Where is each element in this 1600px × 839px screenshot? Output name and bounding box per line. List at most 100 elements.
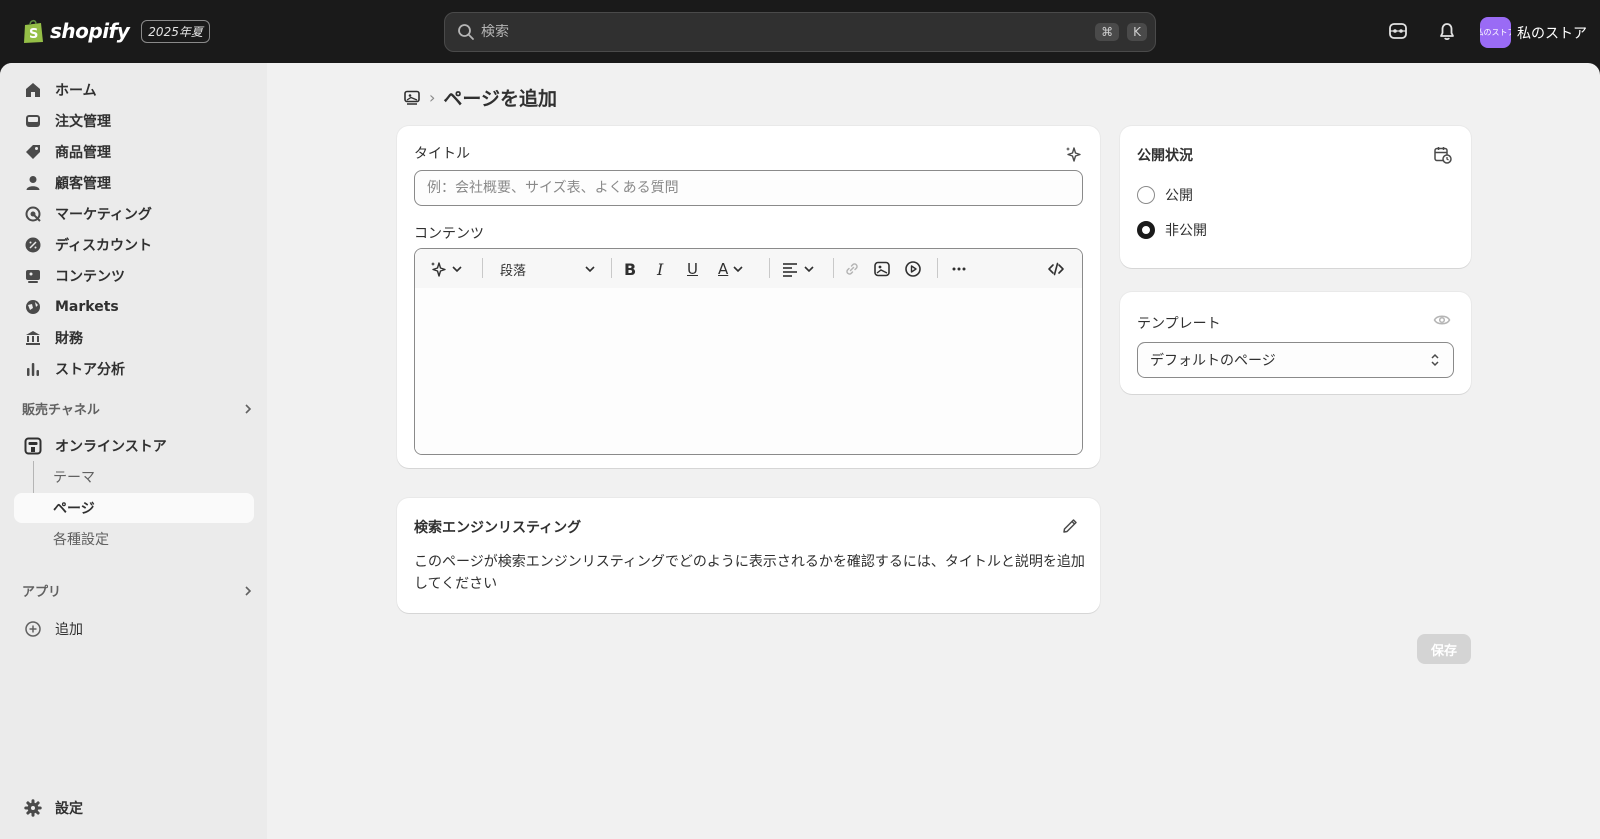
shopify-logo[interactable]: S shopify 2025年夏 — [22, 18, 210, 44]
sidebar-sub-label: 各種設定 — [53, 532, 109, 548]
sidebar-item-orders[interactable]: 注文管理 — [14, 106, 254, 136]
sidebar-item-preferences[interactable]: 各種設定 — [14, 524, 254, 554]
breadcrumb: › ページを追加 — [403, 84, 557, 111]
image-icon — [874, 261, 890, 277]
radio-hidden-label: 非公開 — [1165, 223, 1207, 239]
sidebar-item-online-store[interactable]: オンラインストア — [14, 431, 254, 461]
seo-description: このページが検索エンジンリスティングでどのように表示されるかを確認するには、タイ… — [414, 554, 1085, 592]
home-icon — [23, 80, 43, 100]
sidekick-icon[interactable] — [1387, 20, 1409, 42]
breadcrumb-separator: › — [429, 88, 436, 107]
insert-video-button[interactable] — [904, 258, 922, 280]
sidebar-item-marketing[interactable]: マーケティング — [14, 199, 254, 229]
bell-icon[interactable] — [1436, 20, 1458, 42]
edition-badge: 2025年夏 — [141, 19, 210, 43]
sidebar-item-themes[interactable]: テーマ — [14, 462, 254, 492]
link-icon — [846, 263, 858, 275]
underline-button[interactable]: U — [687, 258, 698, 280]
eye-icon[interactable] — [1433, 311, 1451, 329]
shortcut-cmd-key: ⌘ — [1095, 23, 1120, 41]
paragraph-style-select[interactable]: 段落 — [500, 258, 596, 280]
sidebar-item-home[interactable]: ホーム — [14, 75, 254, 105]
settings-label: 設定 — [55, 801, 83, 817]
add-app-button[interactable]: 追加 — [14, 614, 254, 644]
sidebar-item-label: マーケティング — [55, 207, 152, 223]
content-icon — [23, 266, 43, 286]
sidebar-item-settings[interactable]: 設定 — [14, 793, 254, 823]
sidebar-item-label: 商品管理 — [55, 145, 111, 161]
sidebar-item-customers[interactable]: 顧客管理 — [14, 168, 254, 198]
sidebar-item-analytics[interactable]: ストア分析 — [14, 354, 254, 384]
sidebar-item-products[interactable]: 商品管理 — [14, 137, 254, 167]
radio-visible[interactable] — [1137, 186, 1155, 204]
align-button[interactable] — [781, 258, 815, 280]
apps-label: アプリ — [22, 585, 62, 600]
chevron-right-icon — [245, 585, 252, 596]
person-icon — [23, 173, 43, 193]
sidebar-item-finance[interactable]: 財務 — [14, 323, 254, 353]
visibility-option-visible[interactable]: 公開 — [1137, 185, 1193, 205]
gear-icon — [23, 798, 43, 818]
visibility-option-hidden[interactable]: 非公開 — [1137, 220, 1207, 240]
template-select[interactable]: デフォルトのページ — [1137, 342, 1454, 378]
link-button[interactable] — [843, 258, 861, 280]
rich-text-editor: 段落 B I U A — [414, 248, 1083, 455]
shortcut-k-key: K — [1127, 23, 1147, 41]
content-icon[interactable] — [403, 89, 421, 107]
sidebar-sub-label: ページ — [53, 501, 95, 517]
calendar-clock-icon[interactable] — [1433, 145, 1453, 165]
title-input[interactable] — [414, 170, 1083, 206]
apps-header[interactable]: アプリ — [22, 581, 254, 600]
search-input[interactable] — [481, 24, 1096, 40]
plus-circle-icon — [23, 619, 43, 639]
add-label: 追加 — [55, 622, 83, 638]
tag-icon — [23, 142, 43, 162]
seo-card: 検索エンジンリスティング このページが検索エンジンリスティングでどのように表示さ… — [397, 498, 1100, 613]
sidebar-item-label: 顧客管理 — [55, 176, 111, 192]
seo-title: 検索エンジンリスティング — [414, 520, 582, 536]
inbox-icon — [23, 111, 43, 131]
ai-generate-button[interactable] — [429, 258, 463, 280]
sidebar-item-pages[interactable]: ページ — [14, 493, 254, 523]
bank-icon — [23, 328, 43, 348]
text-color-icon: A — [718, 260, 729, 278]
video-icon — [905, 261, 921, 277]
store-avatar: 私のストア — [1480, 17, 1511, 48]
bold-button[interactable]: B — [624, 258, 636, 280]
sidebar-item-discounts[interactable]: ディスカウント — [14, 230, 254, 260]
globe-icon — [23, 297, 43, 317]
main-frame: ホーム 注文管理 商品管理 顧客管理 マーケティング ディスカウント コンテンツ — [0, 63, 1600, 839]
pencil-icon[interactable] — [1061, 517, 1079, 535]
chevron-down-icon — [733, 266, 743, 273]
editor-body[interactable] — [415, 288, 1082, 454]
shopify-bag-icon: S — [24, 19, 43, 43]
chevron-down-icon — [585, 266, 595, 273]
italic-button[interactable]: I — [657, 258, 663, 280]
storefront-icon — [23, 436, 43, 456]
select-arrows-icon — [1431, 353, 1439, 367]
sidebar-item-markets[interactable]: Markets — [14, 292, 254, 322]
toolbar-divider — [769, 258, 770, 278]
insert-image-button[interactable] — [873, 258, 891, 280]
italic-icon: I — [657, 259, 664, 279]
html-view-button[interactable] — [1047, 258, 1065, 280]
store-name: 私のストア — [1517, 25, 1587, 42]
sidebar-item-content[interactable]: コンテンツ — [14, 261, 254, 291]
online-store-label: オンラインストア — [55, 439, 167, 455]
sidebar-item-label: ディスカウント — [55, 238, 153, 254]
ai-sparkle-icon[interactable] — [1064, 145, 1082, 163]
radio-hidden[interactable] — [1137, 221, 1155, 239]
save-button[interactable]: 保存 — [1417, 634, 1471, 664]
search-icon — [458, 24, 474, 40]
editor-toolbar: 段落 B I U A — [415, 249, 1082, 288]
text-color-button[interactable]: A — [718, 258, 744, 280]
store-menu[interactable]: 私のストア 私のストア — [1480, 17, 1587, 48]
more-options-button[interactable] — [950, 258, 968, 280]
sales-channels-header[interactable]: 販売チャネル — [22, 399, 254, 418]
toolbar-divider — [482, 258, 483, 278]
sidebar-sub-label: テーマ — [53, 470, 95, 486]
chevron-right-icon — [245, 403, 252, 414]
content-label: コンテンツ — [414, 226, 484, 242]
search-bar[interactable]: ⌘ K — [444, 12, 1156, 52]
chart-icon — [23, 359, 43, 379]
